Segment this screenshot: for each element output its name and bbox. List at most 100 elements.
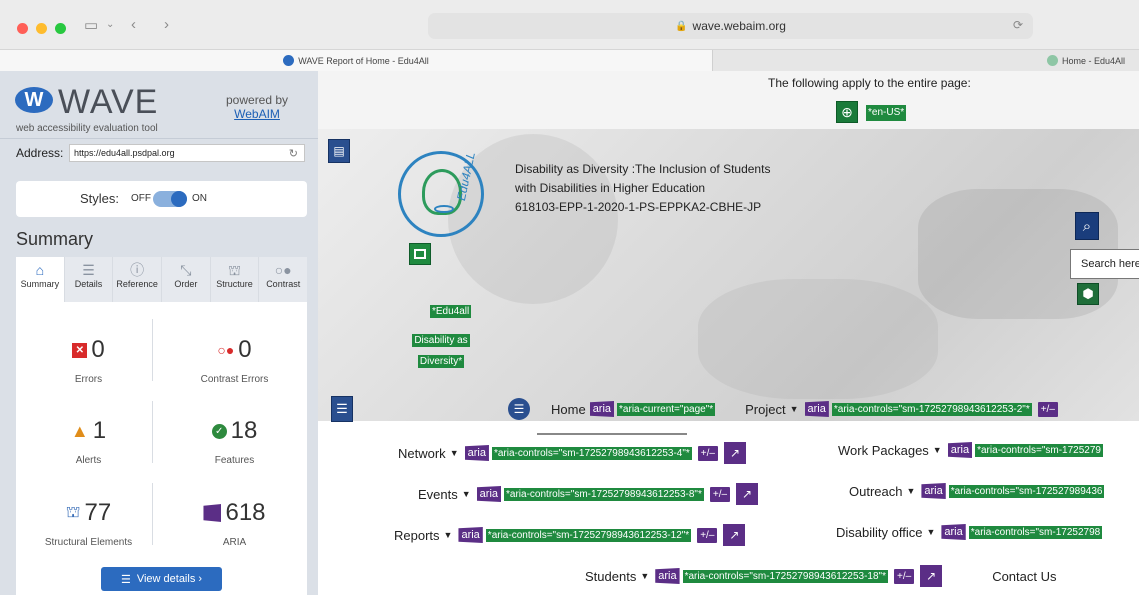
alerts-stat[interactable]: ▲ 1 Alerts [16, 416, 161, 466]
image-icon-frame [414, 249, 426, 259]
search-icon[interactable]: ⌕ [1075, 212, 1099, 240]
styles-on-label: ON [192, 193, 207, 204]
reload-icon[interactable]: ⟳ [1013, 18, 1023, 32]
back-arrow-icon[interactable]: ‹ [131, 16, 136, 33]
tab-structure[interactable]: ⛫ Structure [211, 257, 260, 302]
chevron-down-icon[interactable]: ▼ [933, 445, 942, 455]
tab-bar: WAVE Report of Home - Edu4All Home - Edu… [0, 50, 1139, 71]
nav-events[interactable]: Events [418, 487, 458, 502]
aria-label: ARIA [222, 537, 247, 548]
nav-disability-office[interactable]: Disability office [836, 525, 922, 540]
powered-by: powered by WebAIM [226, 93, 288, 121]
toggle-badge: +/– [709, 486, 731, 502]
list-icon: ☰ [120, 573, 131, 586]
nav-row-3b: Outreach ▼ aria *aria-controls="sm-17252… [849, 483, 1110, 499]
features-stat[interactable]: ✓ 18 Features [162, 416, 307, 466]
zoom-window-button[interactable] [55, 23, 66, 34]
reload-icon[interactable]: ↻ [289, 147, 298, 160]
alt-text-value: *Edu4all [430, 305, 472, 318]
styles-toggle-box: Styles: OFF ON [16, 181, 307, 217]
globe-icon[interactable]: ⊕ [836, 101, 858, 123]
aria-attribute: *aria-controls="sm-17252798 [968, 525, 1103, 539]
aria-attribute: *aria-controls="sm-17252798943612253-12"… [485, 528, 692, 542]
structural-stat[interactable]: ⛫ 77 Structural Elements [16, 498, 161, 548]
close-window-button[interactable] [17, 23, 28, 34]
search-tooltip: Search here [1070, 249, 1139, 279]
address-bar[interactable]: 🔒 wave.webaim.org ⟳ [428, 13, 1033, 39]
list-icon[interactable]: ☰ [508, 398, 530, 420]
styles-off-label: OFF [131, 193, 151, 204]
nav-home[interactable]: Home [551, 402, 586, 417]
site-title-line: Disability as Diversity :The Inclusion o… [515, 162, 771, 176]
language-badge: *en-US* [866, 105, 907, 121]
toggle-badge: +/– [894, 568, 915, 584]
address-label: Address: [16, 146, 64, 160]
tab-wave-report[interactable]: WAVE Report of Home - Edu4All [0, 50, 713, 71]
tab-reference[interactable]: ⓘ Reference [113, 257, 163, 302]
navigation-region-icon[interactable]: ☰ [331, 396, 353, 422]
tab-order[interactable]: ⤡ Order [162, 257, 211, 302]
contrast-errors-count: 0 [238, 336, 252, 363]
chevron-down-icon[interactable]: ▼ [926, 527, 935, 537]
nav-contact-us[interactable]: Contact Us [992, 569, 1056, 584]
view-details-button[interactable]: ☰ View details › [101, 567, 222, 591]
tab-label: Structure [216, 279, 253, 289]
nav-outreach[interactable]: Outreach [849, 484, 902, 499]
tab-home-edu4all[interactable]: Home - Edu4All [713, 50, 1139, 71]
hero-background [698, 279, 938, 399]
chevron-down-icon[interactable]: ▼ [906, 486, 915, 496]
list-icon: ☰ [82, 262, 95, 278]
tab-label: Reference [116, 279, 158, 289]
apply-text: The following apply to the entire page: [768, 76, 971, 90]
contrast-errors-stat[interactable]: ○● 0 Contrast Errors [162, 335, 307, 385]
chevron-down-icon[interactable]: ▼ [444, 530, 453, 540]
aria-badge: aria [947, 442, 973, 458]
aria-stat[interactable]: 618 ARIA [162, 498, 307, 548]
nav-project[interactable]: Project [745, 402, 785, 417]
errors-count: 0 [91, 336, 105, 363]
chevron-down-icon[interactable]: ▼ [462, 489, 471, 499]
minimize-window-button[interactable] [36, 23, 47, 34]
nav-students[interactable]: Students [585, 569, 636, 584]
tab-label: Order [174, 279, 198, 289]
tab-title: WAVE Report of Home - Edu4All [298, 55, 429, 66]
alerts-count: 1 [92, 417, 107, 444]
webaim-link[interactable]: WebAIM [234, 107, 280, 121]
external-link-icon: ↗ [723, 442, 746, 464]
aria-badge: aria [458, 527, 483, 543]
nav-work-packages[interactable]: Work Packages [838, 443, 929, 458]
styles-toggle[interactable] [153, 191, 187, 207]
chevron-down-icon[interactable]: ▼ [450, 448, 459, 458]
features-count: 18 [230, 417, 258, 444]
nav-reports[interactable]: Reports [394, 528, 440, 543]
tab-summary[interactable]: ⌂ Summary [16, 257, 65, 302]
wave-favicon-icon [283, 55, 295, 66]
chevron-down-icon[interactable]: ⌄ [106, 19, 114, 30]
contrast-icon: ○● [274, 262, 292, 278]
image-icon[interactable] [409, 243, 431, 265]
tab-contrast[interactable]: ○● Contrast [259, 257, 307, 302]
aria-attribute: *aria-controls="sm-17252798943612253-4"* [491, 446, 692, 460]
aria-badge: aria [476, 486, 502, 502]
tab-details[interactable]: ☰ Details [65, 257, 114, 302]
header-region-icon[interactable]: ▤ [328, 139, 350, 163]
site-title-line: with Disabilities in Higher Education [515, 181, 706, 195]
errors-stat[interactable]: ✕ 0 Errors [16, 335, 161, 385]
sidebar-toggle-icon[interactable]: ▭ [84, 16, 98, 34]
chevron-down-icon[interactable]: ▼ [640, 571, 649, 581]
tag-icon[interactable]: ⬢ [1077, 283, 1099, 305]
aria-icon [203, 504, 222, 522]
nav-network[interactable]: Network [398, 446, 446, 461]
toggle-knob [171, 191, 187, 207]
chevron-down-icon[interactable]: ▼ [790, 404, 799, 414]
structure-icon: ⛫ [228, 262, 241, 278]
aria-badge: aria [589, 401, 615, 417]
forward-arrow-icon[interactable]: › [164, 16, 169, 33]
error-icon: ✕ [72, 342, 88, 358]
aria-badge: aria [921, 483, 946, 499]
nav-row-2b: Work Packages ▼ aria *aria-controls="sm-… [838, 442, 1109, 458]
address-field[interactable]: https://edu4all.psdpal.org ↻ [69, 144, 305, 162]
styles-label: Styles: [80, 191, 120, 206]
edu4all-favicon-icon [1046, 55, 1058, 66]
address-field-value: https://edu4all.psdpal.org [74, 148, 175, 158]
